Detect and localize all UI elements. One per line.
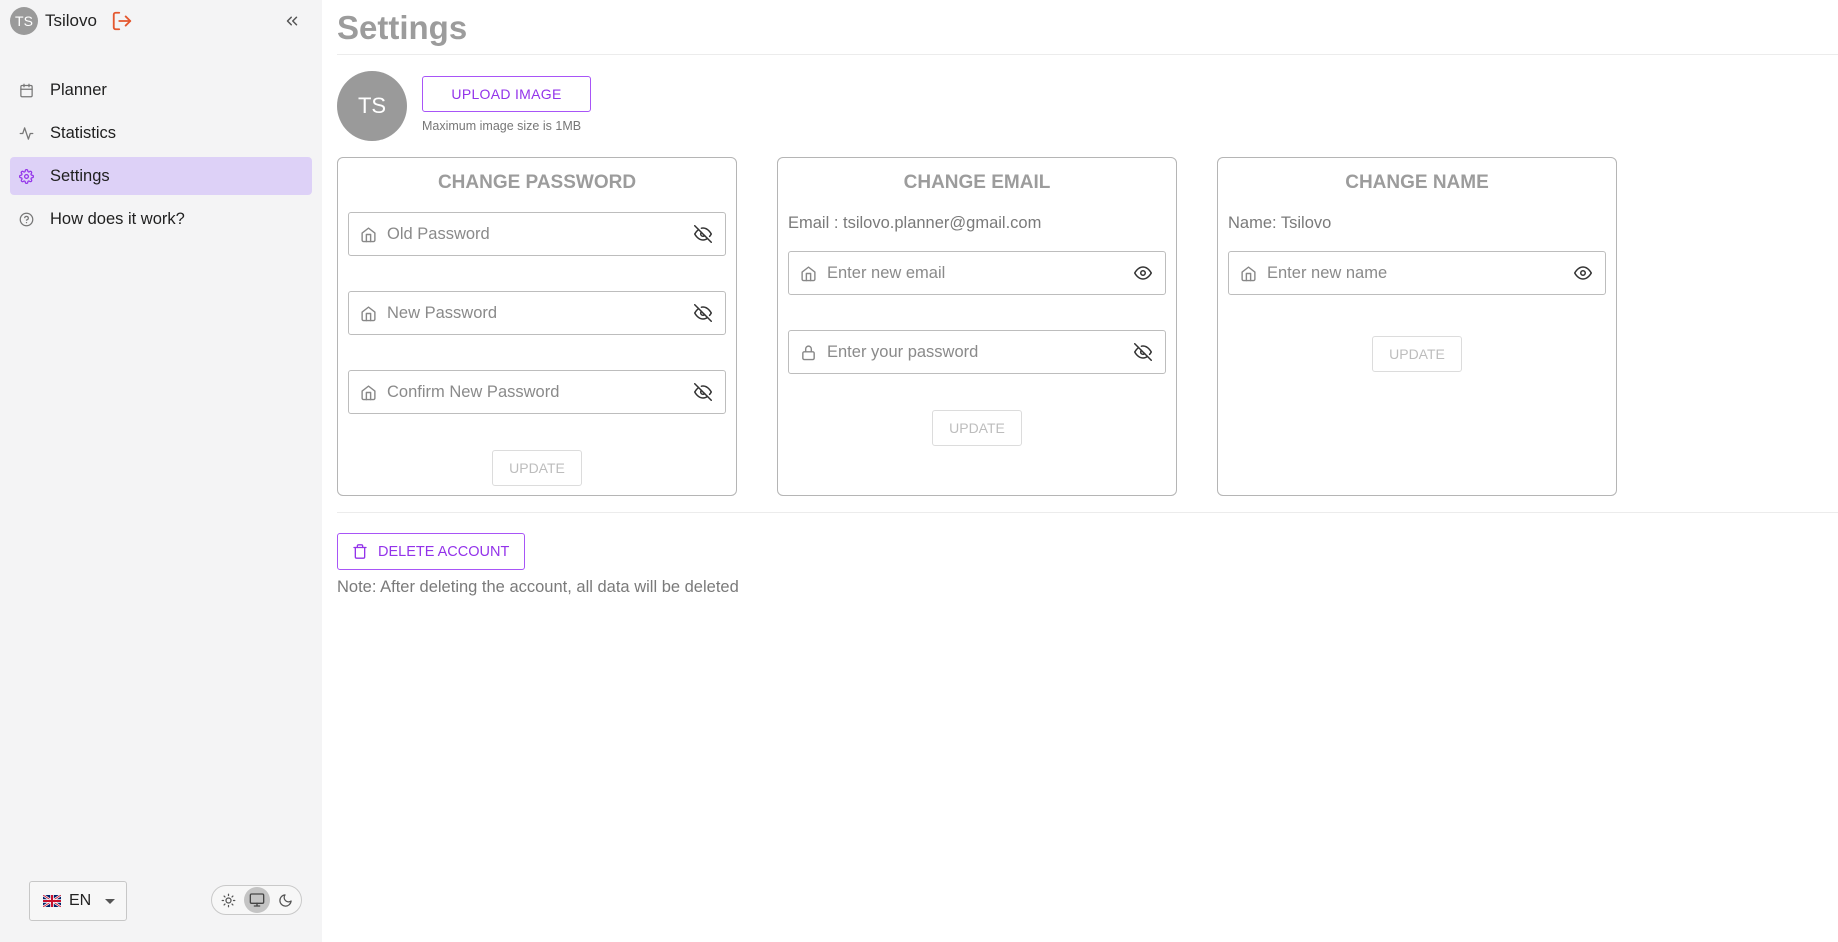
home-icon — [799, 264, 817, 282]
current-name: Name: Tsilovo — [1228, 214, 1332, 232]
new-name-field — [1228, 251, 1606, 295]
calendar-icon — [18, 82, 34, 98]
sidebar: TS Tsilovo Planner Statistics Settings H… — [0, 0, 322, 942]
sidebar-item-planner[interactable]: Planner — [10, 71, 312, 109]
delete-account-button[interactable]: DELETE ACCOUNT — [337, 533, 525, 570]
eye-icon[interactable] — [1573, 263, 1593, 283]
new-email-input[interactable] — [827, 263, 1133, 283]
old-password-input[interactable] — [387, 224, 693, 244]
update-password-button[interactable]: UPDATE — [492, 450, 582, 486]
home-icon — [359, 304, 377, 322]
sidebar-item-label: How does it work? — [50, 209, 185, 228]
current-email: Email : tsilovo.planner@gmail.com — [788, 214, 1042, 232]
upload-image-button[interactable]: UPLOAD IMAGE — [422, 76, 591, 112]
sidebar-item-label: Planner — [50, 80, 107, 99]
upload-note: Maximum image size is 1MB — [422, 119, 582, 133]
profile-avatar: TS — [337, 71, 407, 141]
new-name-input[interactable] — [1267, 263, 1573, 283]
uk-flag-icon — [43, 895, 61, 907]
sidebar-nav: Planner Statistics Settings How does it … — [10, 71, 312, 243]
theme-toggle — [211, 885, 302, 915]
home-icon — [359, 383, 377, 401]
new-password-field — [348, 291, 726, 335]
divider — [337, 54, 1838, 55]
eye-off-icon[interactable] — [693, 382, 713, 402]
update-name-button[interactable]: UPDATE — [1372, 336, 1462, 372]
new-password-input[interactable] — [387, 303, 693, 323]
user-name: Tsilovo — [45, 11, 97, 30]
sidebar-item-label: Statistics — [50, 123, 117, 142]
eye-off-icon[interactable] — [693, 224, 713, 244]
email-password-input[interactable] — [827, 342, 1133, 362]
eye-off-icon[interactable] — [1133, 342, 1153, 362]
change-password-card: CHANGE PASSWORD UPDATE — [337, 157, 737, 496]
chevron-down-icon — [105, 898, 116, 904]
card-title: CHANGE EMAIL — [903, 172, 1051, 193]
eye-icon[interactable] — [1133, 263, 1153, 283]
language-select[interactable]: EN — [29, 881, 127, 921]
card-title: CHANGE PASSWORD — [437, 172, 637, 193]
change-email-card: CHANGE EMAIL Email : tsilovo.planner@gma… — [777, 157, 1177, 496]
old-password-field — [348, 212, 726, 256]
home-icon — [1239, 264, 1257, 282]
page-title: Settings — [337, 9, 468, 46]
sidebar-item-settings[interactable]: Settings — [10, 157, 312, 195]
user-row: TS Tsilovo — [10, 7, 134, 35]
sidebar-item-statistics[interactable]: Statistics — [10, 114, 312, 152]
moon-icon[interactable] — [272, 887, 298, 913]
sidebar-item-how-it-works[interactable]: How does it work? — [10, 200, 312, 238]
new-email-field — [788, 251, 1166, 295]
monitor-icon[interactable] — [243, 887, 270, 913]
language-code: EN — [69, 892, 92, 909]
collapse-sidebar-icon[interactable] — [280, 9, 304, 33]
gear-icon — [18, 168, 34, 184]
sun-icon[interactable] — [215, 887, 241, 913]
email-password-field — [788, 330, 1166, 374]
sidebar-item-label: Settings — [50, 166, 110, 185]
delete-note: Note: After deleting the account, all da… — [337, 578, 739, 596]
change-name-card: CHANGE NAME Name: Tsilovo UPDATE — [1217, 157, 1617, 496]
app-root: TS Tsilovo Planner Statistics Settings H… — [0, 0, 1838, 942]
avatar[interactable]: TS — [10, 7, 38, 35]
divider — [337, 512, 1838, 513]
eye-off-icon[interactable] — [693, 303, 713, 323]
home-icon — [359, 225, 377, 243]
trash-icon — [352, 543, 368, 561]
update-email-button[interactable]: UPDATE — [932, 410, 1022, 446]
lock-icon — [799, 343, 817, 361]
activity-icon — [18, 125, 34, 141]
confirm-password-input[interactable] — [387, 382, 693, 402]
settings-main: Settings TS UPLOAD IMAGE Maximum image s… — [337, 0, 1838, 942]
help-circle-icon — [18, 211, 34, 227]
card-title: CHANGE NAME — [1345, 172, 1489, 193]
delete-account-label: DELETE ACCOUNT — [378, 543, 510, 560]
logout-icon[interactable] — [110, 9, 134, 33]
confirm-password-field — [348, 370, 726, 414]
